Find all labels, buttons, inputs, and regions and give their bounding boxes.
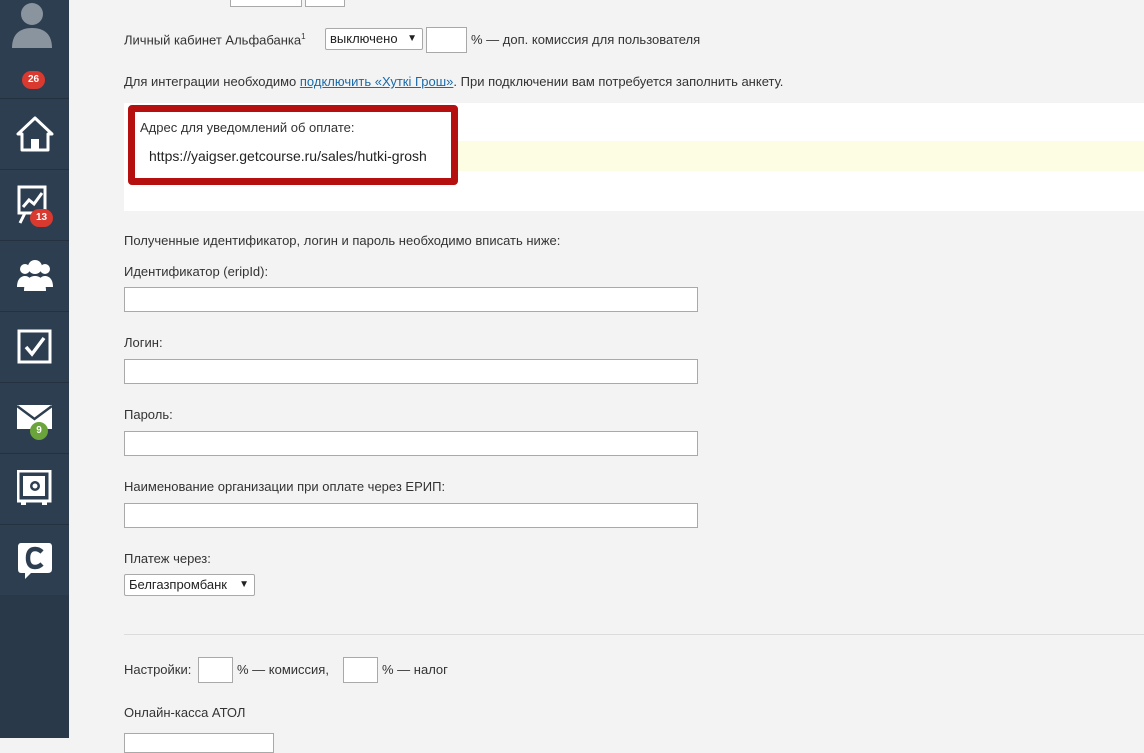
- integration-text: Для интеграции необходимо подключить «Ху…: [124, 74, 783, 89]
- sidebar-item-stats[interactable]: 13: [0, 170, 69, 241]
- alfabank-footnote: 1: [301, 32, 306, 41]
- login-label: Логин:: [124, 335, 163, 350]
- settings-label: Настройки:: [124, 662, 192, 677]
- login-input[interactable]: [124, 359, 698, 384]
- atol-select[interactable]: [124, 733, 274, 753]
- sidebar: 26 13 9: [0, 0, 69, 738]
- cut-off-input-1[interactable]: [230, 0, 302, 7]
- payment-via-label: Платеж через:: [124, 551, 211, 566]
- sidebar-empty-area: [0, 595, 69, 738]
- home-icon: [16, 116, 54, 152]
- alfabank-select-value: выключено: [330, 31, 398, 46]
- cut-off-input-2[interactable]: [305, 0, 345, 7]
- sidebar-item-home[interactable]: [0, 99, 69, 170]
- messages-badge: 9: [30, 422, 48, 440]
- notify-label: Адрес для уведомлений об оплате:: [140, 120, 355, 135]
- payment-bank-value: Белгазпромбанк: [129, 577, 227, 592]
- password-label: Пароль:: [124, 407, 173, 422]
- erip-id-label: Идентификатор (eripId):: [124, 264, 269, 279]
- section-divider: [124, 634, 1144, 635]
- sidebar-item-messages[interactable]: 9: [0, 383, 69, 454]
- sidebar-item-users[interactable]: [0, 241, 69, 312]
- integration-before: Для интеграции необходимо: [124, 74, 300, 89]
- sidebar-item-tasks[interactable]: [0, 312, 69, 383]
- notify-highlight: [414, 141, 1144, 171]
- alfabank-suffix: % — доп. комиссия для пользователя: [471, 32, 701, 47]
- instruction-text: Полученные идентификатор, логин и пароль…: [124, 233, 561, 248]
- safe-icon: [17, 470, 52, 505]
- notifications-badge: 26: [22, 71, 46, 89]
- dropdown-arrow-icon: ▼: [407, 33, 417, 44]
- commission-input[interactable]: [198, 657, 233, 683]
- connect-hutki-grosh-link[interactable]: подключить «Хуткі Грош»: [300, 74, 454, 89]
- tax-input[interactable]: [343, 657, 378, 683]
- org-name-label: Наименование организации при оплате чере…: [124, 479, 446, 494]
- alfabank-label-text: Личный кабинет Альфабанка: [124, 32, 302, 48]
- alfabank-label: Личный кабинет Альфабанка1: [124, 32, 306, 47]
- highlight-frame: [128, 105, 458, 185]
- payment-bank-select[interactable]: Белгазпромбанк ▼: [124, 574, 255, 596]
- settings-panel: Личный кабинет Альфабанка1 выключено ▼ %…: [104, 0, 1144, 753]
- password-input[interactable]: [124, 431, 698, 456]
- commission-suffix: % — комиссия,: [237, 662, 329, 677]
- user-avatar-icon: [12, 3, 52, 48]
- sidebar-item-profile[interactable]: 26: [0, 0, 69, 99]
- sidebar-item-chat[interactable]: [0, 525, 69, 596]
- integration-after: . При подключении вам потребуется заполн…: [453, 74, 784, 89]
- atol-label: Онлайн-касса АТОЛ: [124, 705, 246, 720]
- erip-id-input[interactable]: [124, 287, 698, 312]
- notify-url[interactable]: https://yaigser.getcourse.ru/sales/hutki…: [149, 148, 427, 164]
- stats-badge: 13: [30, 209, 54, 227]
- org-name-input[interactable]: [124, 503, 698, 528]
- dropdown-arrow-icon: ▼: [239, 579, 249, 590]
- alfabank-commission-input[interactable]: [426, 27, 467, 53]
- tax-suffix: % — налог: [382, 662, 448, 677]
- sidebar-item-safe[interactable]: [0, 454, 69, 525]
- alfabank-select[interactable]: выключено ▼: [325, 28, 423, 50]
- checkbox-tasks-icon: [17, 329, 52, 364]
- users-group-icon: [17, 260, 53, 291]
- getcourse-chat-icon: [18, 543, 52, 579]
